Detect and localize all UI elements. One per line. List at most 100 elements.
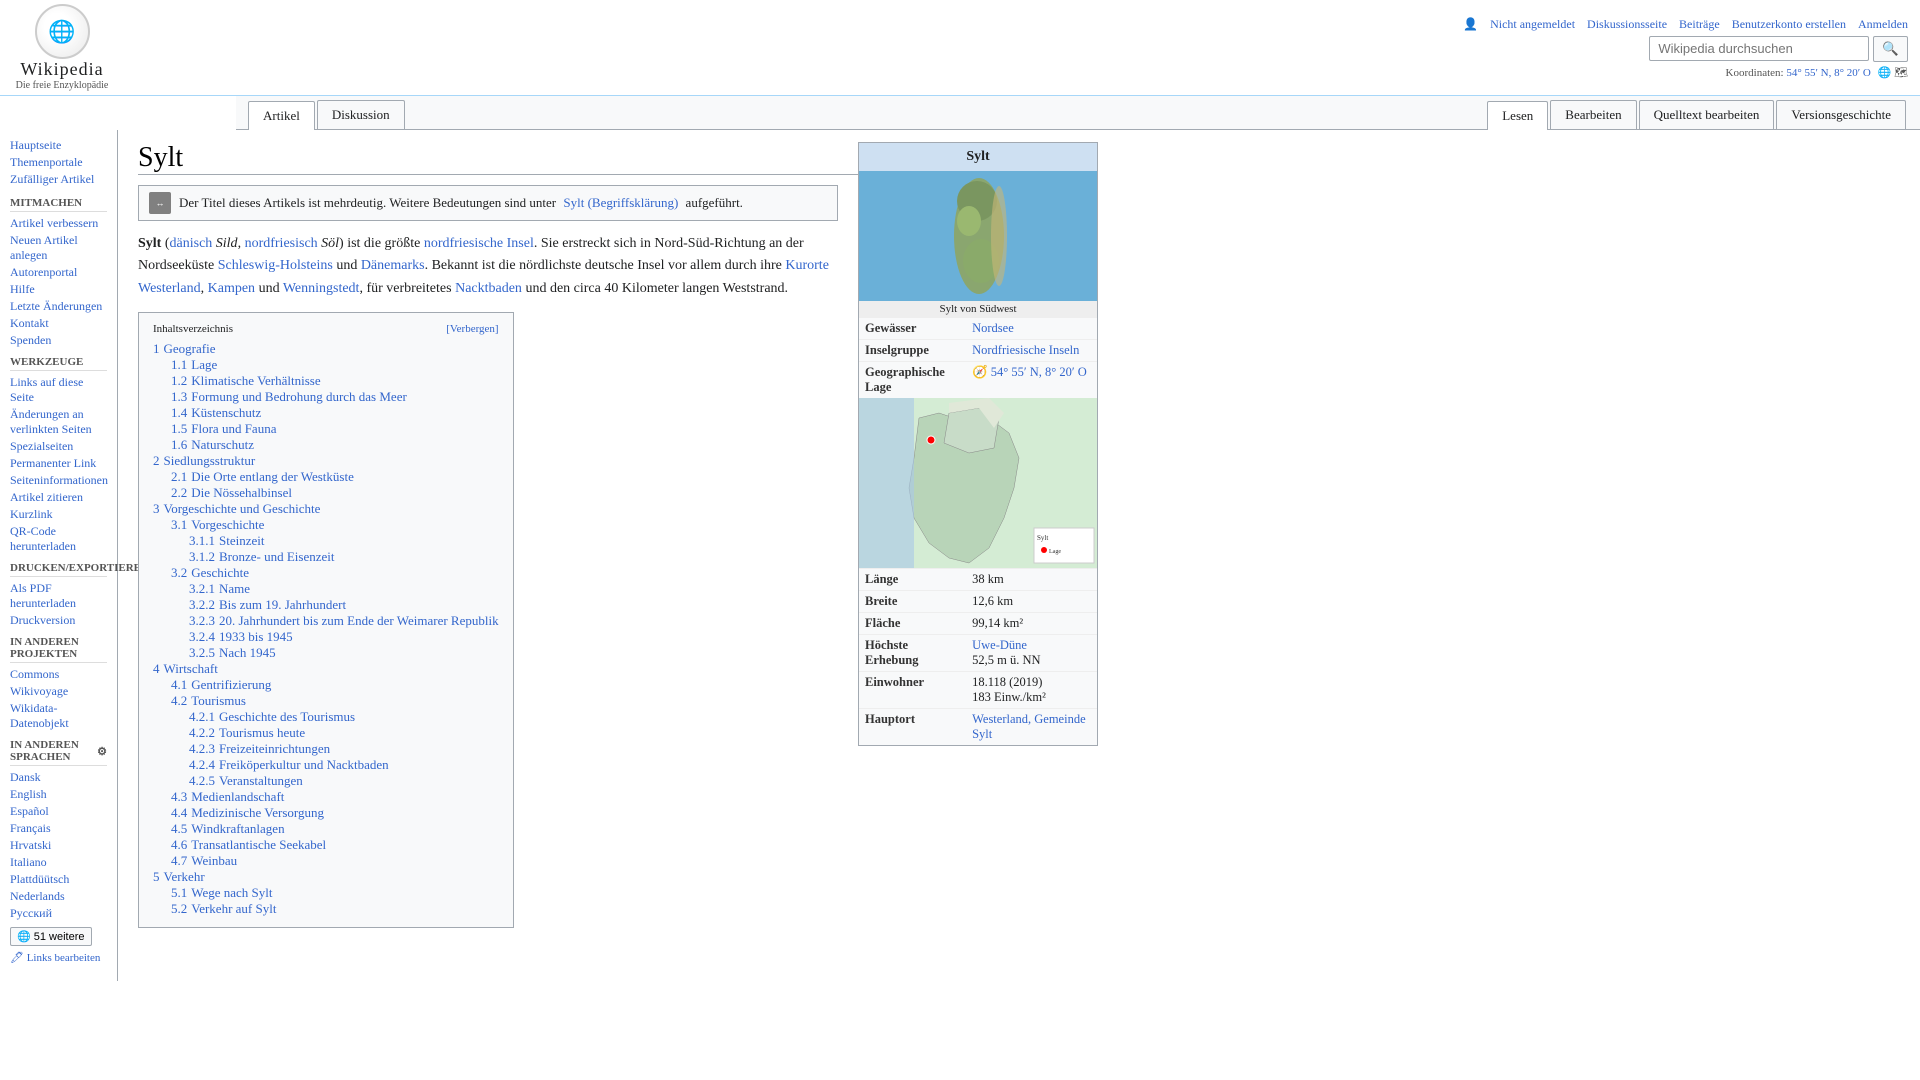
toc-link-4-6[interactable]: 4.6Transatlantische Seekabel	[171, 837, 326, 852]
toc-link-4-2[interactable]: 4.2Tourismus	[171, 693, 246, 708]
gear-icon[interactable]: ⚙	[97, 745, 107, 758]
toc-link-3-1[interactable]: 3.1Vorgeschichte	[171, 517, 264, 532]
sidebar-item-artikel-zitieren[interactable]: Artikel zitieren	[10, 490, 83, 504]
toc-link-3-2-5[interactable]: 3.2.5Nach 1945	[189, 645, 276, 660]
sidebar-item-italiano[interactable]: Italiano	[10, 855, 47, 869]
sidebar-item-spezialseiten[interactable]: Spezialseiten	[10, 439, 73, 453]
toc-link-3-2-4[interactable]: 3.2.41933 bis 1945	[189, 629, 293, 644]
uwe-duene-link[interactable]: Uwe-Düne	[972, 638, 1027, 652]
nordsee-link[interactable]: Nordsee	[972, 321, 1014, 335]
sidebar-item-espanol[interactable]: Español	[10, 804, 49, 818]
create-account-link[interactable]: Benutzerkonto erstellen	[1732, 17, 1846, 32]
toc-link-5-2[interactable]: 5.2Verkehr auf Sylt	[171, 901, 276, 916]
toc-link-2-1[interactable]: 2.1Die Orte entlang der Westküste	[171, 469, 354, 484]
sidebar-item-aenderungen-verlinkten[interactable]: Änderungen an verlinkten Seiten	[10, 407, 92, 436]
kampen-link[interactable]: Kampen	[208, 281, 255, 296]
toc-link-3-2[interactable]: 3.2Geschichte	[171, 565, 249, 580]
nordfriesisch-link[interactable]: nordfriesisch	[245, 236, 318, 251]
sidebar-item-nederlands[interactable]: Nederlands	[10, 889, 65, 903]
daenisch-link[interactable]: dänisch	[170, 236, 213, 251]
toc-link-1-4[interactable]: 1.4Küstenschutz	[171, 405, 261, 420]
toc-link-4-5[interactable]: 4.5Windkraftanlagen	[171, 821, 285, 836]
sidebar-item-wikidata[interactable]: Wikidata-Datenobjekt	[10, 701, 69, 730]
sidebar-item-commons[interactable]: Commons	[10, 667, 59, 681]
sidebar-item-russisch[interactable]: Русский	[10, 906, 52, 920]
discussion-link[interactable]: Diskussionsseite	[1587, 17, 1667, 32]
sidebar-item-english[interactable]: English	[10, 787, 47, 801]
toc-link-2-2[interactable]: 2.2Die Nössehalbinsel	[171, 485, 292, 500]
coords-value[interactable]: 54° 55′ N, 8° 20′ O	[1786, 67, 1871, 79]
sidebar-item-themenportale[interactable]: Themenportale	[10, 155, 83, 169]
toc-link-2[interactable]: 2Siedlungsstruktur	[153, 453, 255, 468]
contributions-link[interactable]: Beiträge	[1679, 17, 1720, 32]
toc-hide-button[interactable]: [Verbergen]	[446, 323, 498, 335]
toc-link-4-7[interactable]: 4.7Weinbau	[171, 853, 237, 868]
sidebar-item-permanenter-link[interactable]: Permanenter Link	[10, 456, 96, 470]
toc-link-1-5[interactable]: 1.5Flora und Fauna	[171, 421, 276, 436]
toc-link-5-1[interactable]: 5.1Wege nach Sylt	[171, 885, 273, 900]
schleswig-holstein-link[interactable]: Schleswig-Holsteins	[218, 258, 333, 273]
sidebar-item-hilfe[interactable]: Hilfe	[10, 282, 35, 296]
sidebar-item-qrcode[interactable]: QR-Code herunterladen	[10, 524, 76, 553]
kurorte-link[interactable]: Kurorte	[785, 258, 829, 273]
nacktbaden-link[interactable]: Nacktbaden	[455, 281, 522, 296]
wenningstedt-link[interactable]: Wenningstedt	[283, 281, 360, 296]
sidebar-item-kontakt[interactable]: Kontakt	[10, 316, 49, 330]
search-input[interactable]	[1649, 36, 1869, 61]
sidebar-item-hauptseite[interactable]: Hauptseite	[10, 138, 61, 152]
westerland-text-link[interactable]: Westerland	[138, 281, 201, 296]
toc-link-4-2-1[interactable]: 4.2.1Geschichte des Tourismus	[189, 709, 355, 724]
weitere-sprachen-button[interactable]: 🌐 51 weitere	[10, 927, 92, 946]
sidebar-item-dansk[interactable]: Dansk	[10, 770, 41, 784]
tab-diskussion[interactable]: Diskussion	[317, 100, 405, 129]
sidebar-item-wikivoyage[interactable]: Wikivoyage	[10, 684, 68, 698]
sidebar-item-druckversion[interactable]: Druckversion	[10, 613, 75, 627]
toc-link-1-2[interactable]: 1.2Klimatische Verhältnisse	[171, 373, 321, 388]
toc-link-3[interactable]: 3Vorgeschichte und Geschichte	[153, 501, 320, 516]
toc-link-4-2-2[interactable]: 4.2.2Tourismus heute	[189, 725, 305, 740]
tab-lesen[interactable]: Lesen	[1487, 101, 1548, 130]
sidebar-item-kurzlink[interactable]: Kurzlink	[10, 507, 53, 521]
daenemarks-link[interactable]: Dänemarks	[361, 258, 425, 273]
sidebar-item-artikel-verbessern[interactable]: Artikel verbessern	[10, 216, 98, 230]
toc-link-1[interactable]: 1Geografie	[153, 341, 215, 356]
toc-link-3-2-1[interactable]: 3.2.1Name	[189, 581, 250, 596]
toc-link-3-2-3[interactable]: 3.2.320. Jahrhundert bis zum Ende der We…	[189, 613, 499, 628]
sidebar-item-francais[interactable]: Français	[10, 821, 51, 835]
toc-link-4-2-4[interactable]: 4.2.4Freiköperkultur und Nacktbaden	[189, 757, 389, 772]
not-logged-link[interactable]: Nicht angemeldet	[1490, 17, 1575, 32]
westerland-link[interactable]: Westerland, Gemeinde Sylt	[972, 712, 1086, 741]
toc-link-4-4[interactable]: 4.4Medizinische Versorgung	[171, 805, 324, 820]
sidebar-item-hrvatski[interactable]: Hrvatski	[10, 838, 51, 852]
tab-artikel[interactable]: Artikel	[248, 101, 315, 130]
toc-link-1-1[interactable]: 1.1Lage	[171, 357, 217, 372]
toc-link-3-2-2[interactable]: 3.2.2Bis zum 19. Jahrhundert	[189, 597, 346, 612]
tab-bearbeiten[interactable]: Bearbeiten	[1550, 100, 1636, 129]
sidebar-item-links[interactable]: Links auf diese Seite	[10, 375, 83, 404]
tab-versionsgeschichte[interactable]: Versionsgeschichte	[1776, 100, 1906, 129]
tab-quelltext[interactable]: Quelltext bearbeiten	[1639, 100, 1775, 129]
toc-link-1-6[interactable]: 1.6Naturschutz	[171, 437, 254, 452]
search-button[interactable]: 🔍	[1873, 36, 1908, 62]
toc-link-4-1[interactable]: 4.1Gentrifizierung	[171, 677, 271, 692]
sidebar-item-plattduutsch[interactable]: Plattdüütsch	[10, 872, 69, 886]
sidebar-item-zufaellig[interactable]: Zufälliger Artikel	[10, 172, 94, 186]
toc-link-5[interactable]: 5Verkehr	[153, 869, 205, 884]
toc-link-4-3[interactable]: 4.3Medienlandschaft	[171, 789, 284, 804]
nordfriesische-insel-link[interactable]: nordfriesische Insel	[424, 236, 534, 251]
toc-link-3-1-2[interactable]: 3.1.2Bronze- und Eisenzeit	[189, 549, 335, 564]
login-link[interactable]: Anmelden	[1858, 17, 1908, 32]
coords-link[interactable]: 54° 55′ N, 8° 20′ O	[991, 365, 1087, 379]
links-bearbeiten-link[interactable]: 🖊 Links bearbeiten	[10, 952, 100, 964]
sidebar-item-letzte-aenderungen[interactable]: Letzte Änderungen	[10, 299, 102, 313]
nordfriesische-inseln-link[interactable]: Nordfriesische Inseln	[972, 343, 1079, 357]
sidebar-item-pdf[interactable]: Als PDF herunterladen	[10, 581, 76, 610]
sidebar-item-autorenportal[interactable]: Autorenportal	[10, 265, 77, 279]
toc-link-1-3[interactable]: 1.3Formung und Bedrohung durch das Meer	[171, 389, 407, 404]
logo-area[interactable]: 🌐 Wikipedia Die freie Enzyklopädie	[12, 4, 112, 91]
sidebar-item-spenden[interactable]: Spenden	[10, 333, 51, 347]
sidebar-item-seiteninformationen[interactable]: Seiteninformationen	[10, 473, 108, 487]
toc-link-4[interactable]: 4Wirtschaft	[153, 661, 218, 676]
toc-link-3-1-1[interactable]: 3.1.1Steinzeit	[189, 533, 265, 548]
disambiguation-link[interactable]: Sylt (Begriffsklärung)	[563, 195, 678, 210]
